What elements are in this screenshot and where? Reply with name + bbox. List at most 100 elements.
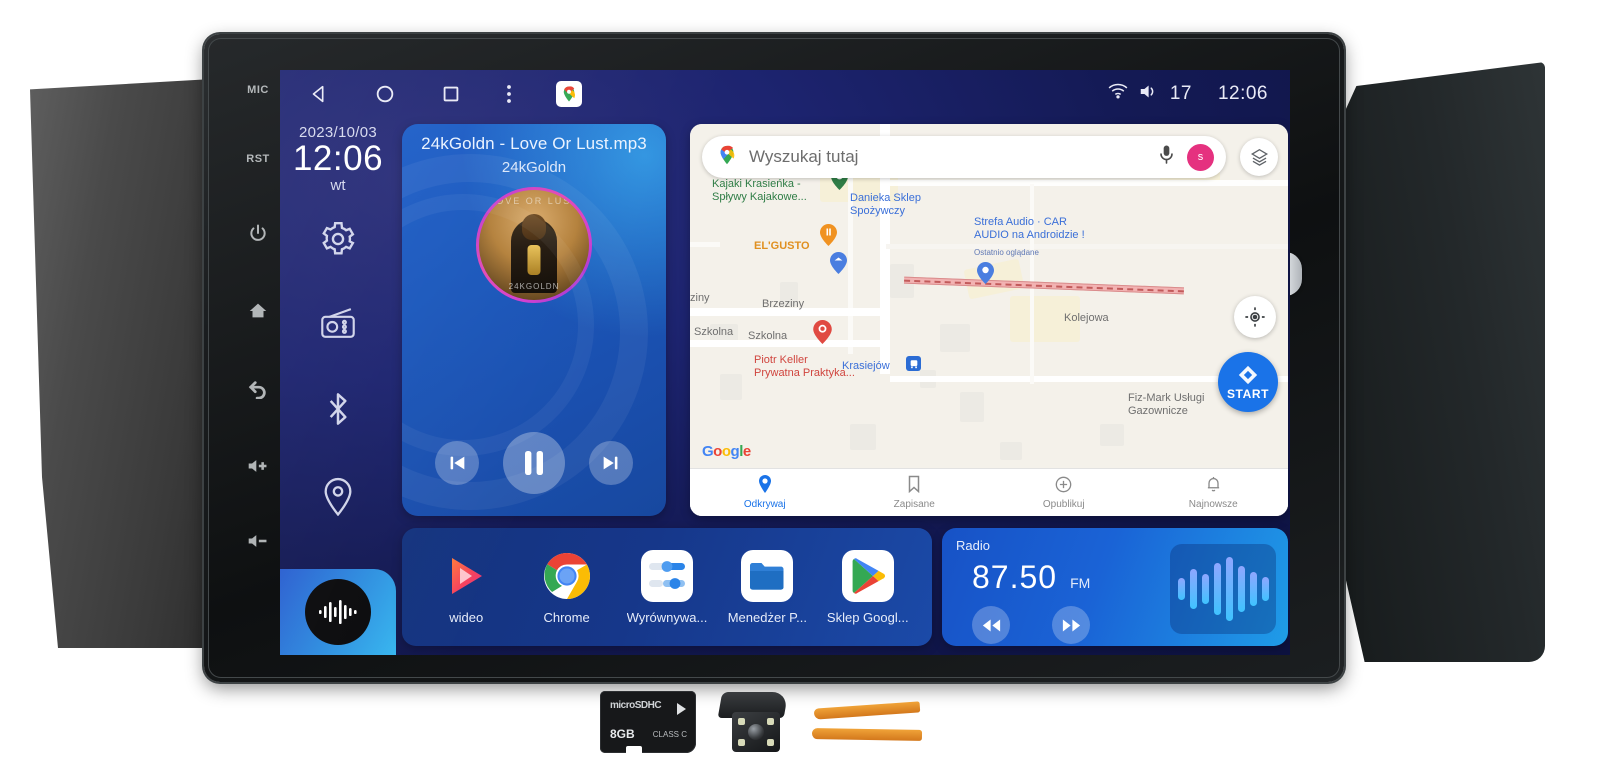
wifi-icon <box>1107 83 1129 105</box>
track-title: 24kGoldn - Love Or Lust.mp3 <box>421 134 647 153</box>
visualizer-bar <box>1189 569 1197 609</box>
map-nav-zapisane[interactable]: Zapisane <box>840 469 990 516</box>
rewind-icon[interactable] <box>972 606 1010 644</box>
map-nav-label: Najnowsze <box>1188 499 1238 510</box>
search-input[interactable]: Wyszukaj tutaj <box>749 147 1158 167</box>
map-label[interactable]: Piotr Keller Prywatna Praktyka... <box>754 354 855 379</box>
fast-forward-icon[interactable] <box>1052 606 1090 644</box>
app-shortcut-play-store[interactable]: Sklep Googl... <box>820 549 916 625</box>
bookmark-icon <box>907 475 921 496</box>
recents-nav-icon[interactable] <box>440 83 462 105</box>
app-shortcut-wideo[interactable]: wideo <box>418 550 514 625</box>
rail-weekday: wt <box>330 176 346 194</box>
map-search-bar[interactable]: Wyszukaj tutaj s <box>702 136 1226 178</box>
app-shortcut-file-manager[interactable]: Menedżer P... <box>719 549 815 625</box>
map-bottom-nav: Odkrywaj Zapisane Opublikuj Najnowsze <box>690 468 1288 516</box>
left-rail: 2023/10/03 12:06 wt <box>280 118 396 655</box>
status-bar: 17 12:06 <box>280 70 1290 118</box>
gear-icon[interactable] <box>319 220 357 263</box>
dashboard-trim-right <box>1340 62 1545 662</box>
map-label[interactable]: Danieka Sklep Spożywczy <box>850 192 921 217</box>
product-photo: MIC RST 17 12:06 2023/10/03 12:06 wt 24k… <box>0 0 1599 775</box>
home-button[interactable] <box>247 300 269 322</box>
google-watermark: Google <box>702 443 751 460</box>
map-canvas[interactable]: Kajaki Krasieńka - Spływy Kajakowe... Dan… <box>690 124 1288 516</box>
map-pin-piotr-keller[interactable] <box>813 320 832 344</box>
visualizer-bar <box>1261 577 1269 601</box>
app-shortcut-chrome[interactable]: Chrome <box>519 550 615 625</box>
map-nav-label: Opublikuj <box>1042 498 1085 510</box>
video-player-icon <box>440 550 492 602</box>
app-label: wideo <box>449 609 484 625</box>
back-button[interactable] <box>247 379 269 400</box>
map-nav-opublikuj[interactable]: Opublikuj <box>989 469 1139 516</box>
map-label[interactable]: Strefa Audio · CAR AUDIO na Androidzie ! <box>974 216 1085 241</box>
map-label[interactable]: Brzeziny <box>762 298 804 311</box>
map-label[interactable]: Fiz-Mark Usługi Gazownicze <box>1128 392 1204 417</box>
skip-previous-icon[interactable] <box>435 441 479 485</box>
reversing-camera <box>717 690 790 754</box>
layers-icon[interactable] <box>1240 138 1278 176</box>
map-pin-store[interactable] <box>830 252 847 274</box>
volume-up-button[interactable] <box>247 457 269 475</box>
volume-icon <box>1139 83 1160 106</box>
map-label[interactable]: Kajaki Krasieńka - Spływy Kajakowe... <box>712 178 807 203</box>
maps-widget[interactable]: Kajaki Krasieńka - Spływy Kajakowe... Dan… <box>690 124 1288 516</box>
map-label[interactable]: EL'GUSTO <box>754 240 810 253</box>
start-navigation-button[interactable]: START <box>1218 352 1278 412</box>
music-launcher-button[interactable] <box>280 569 396 655</box>
map-label[interactable]: ziny <box>690 292 710 305</box>
microsd-brand-text: microSDHC <box>610 700 662 711</box>
app-shortcut-equalizer[interactable]: Wyrównywa... <box>619 549 715 625</box>
transit-station-icon[interactable] <box>906 356 921 371</box>
my-location-icon[interactable] <box>1234 296 1276 338</box>
mic-button[interactable]: MIC <box>247 84 269 96</box>
map-pin-elgusto[interactable] <box>820 224 837 246</box>
map-nav-najnowsze[interactable]: Najnowsze <box>1139 469 1289 516</box>
rail-clock: 12:06 <box>292 139 384 178</box>
map-nav-odkrywaj[interactable]: Odkrywaj <box>690 469 840 516</box>
reset-button[interactable]: RST <box>246 153 270 165</box>
radio-band: FM <box>1070 575 1091 591</box>
start-button-label: START <box>1226 386 1270 401</box>
app-label: Menedżer P... <box>727 609 807 625</box>
music-controls <box>402 432 666 494</box>
map-label[interactable]: Szkolna <box>694 326 733 339</box>
google-maps-icon[interactable] <box>556 81 582 107</box>
bluetooth-icon[interactable] <box>321 390 355 433</box>
map-pin-strefa-audio[interactable] <box>977 262 994 284</box>
back-nav-icon[interactable] <box>308 83 330 105</box>
accessories-row: microSDHC 8GB CLASS C <box>600 688 940 756</box>
volume-down-button[interactable] <box>247 532 269 550</box>
file-manager-icon <box>741 549 794 602</box>
status-right-cluster: 17 12:06 <box>1107 83 1268 106</box>
music-player-widget[interactable]: 24kGoldn - Love Or Lust.mp3 24kGoldn LOV… <box>402 124 666 516</box>
rail-icon-list <box>318 220 358 521</box>
radio-widget[interactable]: Radio 87.50 FM <box>942 528 1288 646</box>
three-dots-icon[interactable] <box>506 83 512 105</box>
album-art: LOVE OR LUST 24KGOLDN <box>476 187 592 303</box>
skip-next-icon[interactable] <box>589 441 633 485</box>
volume-value: 17 <box>1169 83 1192 104</box>
album-art-top-text: LOVE OR LUST <box>489 196 579 206</box>
radio-waveform-visualizer <box>1170 544 1276 634</box>
map-label[interactable]: Kolejowa <box>1064 312 1109 325</box>
app-label: Chrome <box>543 609 590 625</box>
play-store-icon <box>841 549 894 602</box>
map-label[interactable]: Krasiejów <box>842 360 890 373</box>
power-button[interactable] <box>248 223 268 243</box>
status-clock: 12:06 <box>1217 83 1268 104</box>
microphone-icon[interactable] <box>1158 144 1175 170</box>
visualizer-bar <box>1213 563 1221 615</box>
android-screen: 17 12:06 2023/10/03 12:06 wt 24kGoldn - … <box>280 70 1290 655</box>
location-pin-icon[interactable] <box>320 476 356 521</box>
map-label[interactable]: Ostatnio oglądane <box>974 248 1039 257</box>
map-label[interactable]: Szkolna <box>748 330 787 343</box>
avatar[interactable]: s <box>1187 143 1214 171</box>
pause-icon[interactable] <box>503 432 565 494</box>
visualizer-bar <box>1237 566 1245 612</box>
microsd-card: microSDHC 8GB CLASS C <box>600 691 696 753</box>
railway-line <box>903 276 1185 295</box>
home-nav-icon[interactable] <box>374 83 396 105</box>
radio-icon[interactable] <box>318 306 358 347</box>
